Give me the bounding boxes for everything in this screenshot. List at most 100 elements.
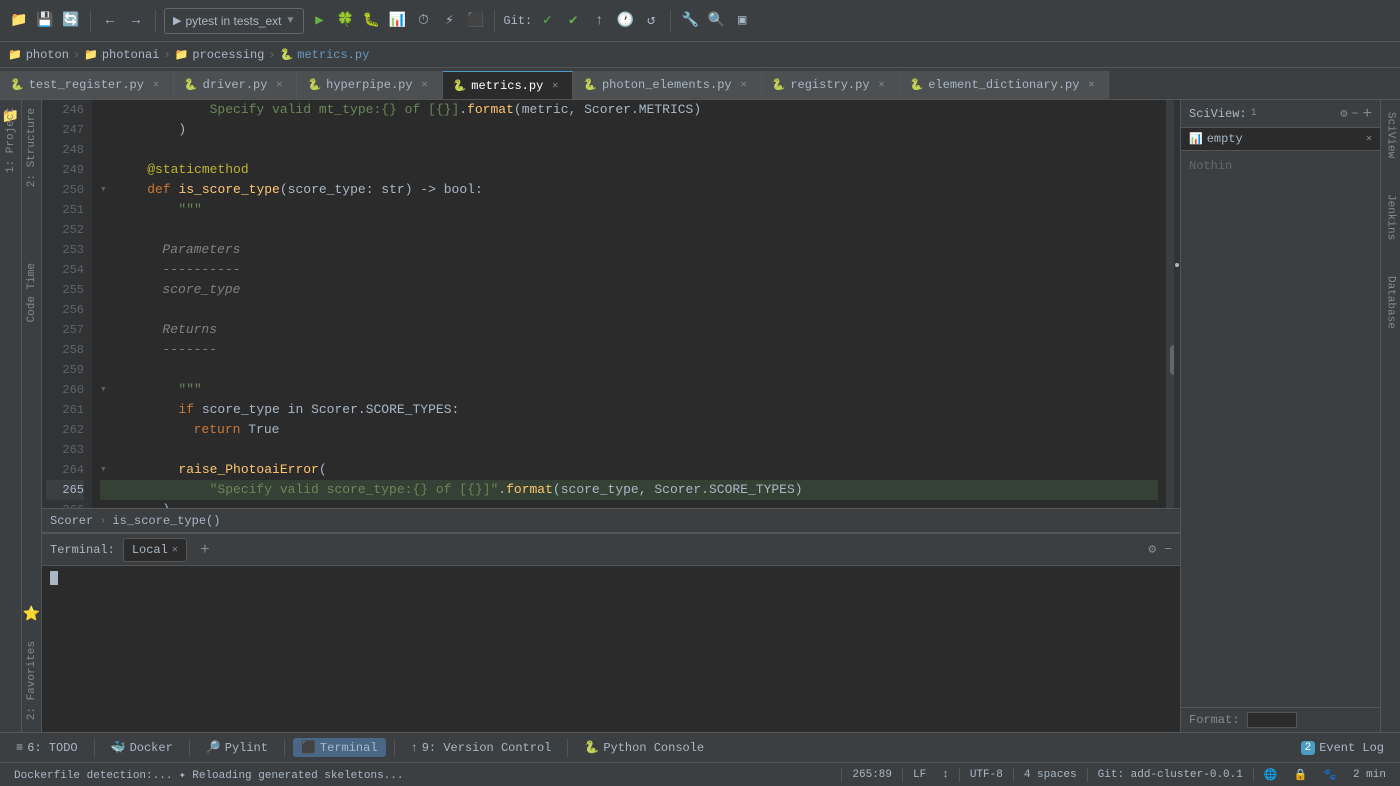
- breadcrumb-root[interactable]: 📁 photon: [8, 48, 69, 62]
- status-lock[interactable]: 🔒: [1288, 768, 1314, 782]
- tab-close-3[interactable]: ✕: [548, 79, 562, 93]
- refresh-icon[interactable]: 🔄: [60, 10, 82, 32]
- status-position[interactable]: 265:89: [846, 769, 898, 781]
- jenkins-sidebar-label[interactable]: Jenkins: [1383, 186, 1399, 248]
- run-icon[interactable]: ▶: [308, 10, 330, 32]
- terminal-icon[interactable]: ▣: [731, 10, 753, 32]
- left-structure-label[interactable]: 2: Structure: [24, 100, 40, 195]
- pylint-button[interactable]: 🔎 Pylint: [198, 738, 276, 757]
- scrollbar[interactable]: [1166, 100, 1180, 508]
- sciview-minimize-icon[interactable]: −: [1351, 107, 1358, 121]
- line-numbers: 246 247 248 249 250 251 252 253 254 255 …: [42, 100, 92, 508]
- empty-tab[interactable]: 📊 empty ✕: [1181, 128, 1380, 151]
- run-all-icon[interactable]: ⚡: [438, 10, 460, 32]
- version-control-button[interactable]: ↑ 9: Version Control: [403, 739, 560, 757]
- tab-close-2[interactable]: ✕: [418, 78, 432, 92]
- sciview-settings-icon[interactable]: ⚙: [1340, 106, 1347, 121]
- tab-label-2: hyperpipe.py: [326, 78, 412, 92]
- run-coverage-icon[interactable]: 🍀: [334, 10, 356, 32]
- status-git[interactable]: Git: add-cluster-0.0.1: [1092, 769, 1249, 781]
- git-history-icon[interactable]: 🕐: [614, 10, 636, 32]
- status-globe[interactable]: 🌐: [1258, 768, 1284, 782]
- tab-registry[interactable]: 🐍 registry.py ✕: [762, 71, 900, 99]
- event-log-num: 2: [1301, 741, 1316, 755]
- open-icon[interactable]: 📁: [8, 10, 30, 32]
- sep2: ›: [163, 48, 170, 62]
- forward-icon[interactable]: →: [125, 10, 147, 32]
- tab-element-dict[interactable]: 🐍 element_dictionary.py ✕: [900, 71, 1110, 99]
- python-console-button[interactable]: 🐍 Python Console: [576, 738, 712, 757]
- sciview-sidebar-label[interactable]: SciView: [1383, 104, 1399, 166]
- breadcrumb-processing[interactable]: 📁 processing: [175, 48, 265, 62]
- docker-button[interactable]: 🐳 Docker: [103, 738, 181, 757]
- tab-test-register[interactable]: 🐍 test_register.py ✕: [0, 71, 174, 99]
- back-icon[interactable]: ←: [99, 10, 121, 32]
- favorites-icon[interactable]: ⭐: [22, 605, 42, 625]
- terminal-settings-icon[interactable]: ⚙: [1148, 542, 1156, 557]
- tab-driver[interactable]: 🐍 driver.py ✕: [174, 71, 298, 99]
- line-257: 257: [46, 320, 84, 340]
- breadcrumb-method: is_score_type(): [112, 514, 220, 528]
- debug-icon[interactable]: 🐛: [360, 10, 382, 32]
- format-input[interactable]: [1247, 712, 1297, 728]
- tab-icon-3: 🐍: [453, 79, 467, 93]
- git-revert-icon[interactable]: ↺: [640, 10, 662, 32]
- status-sep6: [1253, 768, 1254, 782]
- structure-icon[interactable]: 1: Project: [1, 130, 21, 150]
- terminal-tab-close[interactable]: ✕: [172, 544, 178, 556]
- event-log-button[interactable]: 2 Event Log: [1293, 739, 1392, 757]
- tab-hyperpipe[interactable]: 🐍 hyperpipe.py ✕: [297, 71, 442, 99]
- line-252: 252: [46, 220, 84, 240]
- status-indent[interactable]: 4 spaces: [1018, 769, 1083, 781]
- code-line-257: Returns: [100, 320, 1158, 340]
- breadcrumb-file[interactable]: 🐍 metrics.py: [280, 48, 370, 62]
- tab-close-0[interactable]: ✕: [149, 78, 163, 92]
- tab-close-1[interactable]: ✕: [272, 78, 286, 92]
- settings-icon[interactable]: 🔧: [679, 10, 701, 32]
- sciview-title: SciView:: [1189, 107, 1247, 121]
- breadcrumb-photonai[interactable]: 📁 photonai: [84, 48, 159, 62]
- code-line-262: return True: [100, 420, 1158, 440]
- database-sidebar-label[interactable]: Database: [1383, 268, 1399, 337]
- terminal-area: Terminal: Local ✕ + ⚙ −: [42, 532, 1180, 732]
- tab-close-6[interactable]: ✕: [1084, 78, 1098, 92]
- docker-label: Docker: [130, 741, 173, 755]
- tab-close-5[interactable]: ✕: [875, 78, 889, 92]
- terminal-bt-label: Terminal: [320, 741, 378, 755]
- save-icon[interactable]: 💾: [34, 10, 56, 32]
- status-charset[interactable]: UTF-8: [964, 769, 1009, 781]
- status-encoding[interactable]: LF: [907, 769, 932, 781]
- tab-close-4[interactable]: ✕: [737, 78, 751, 92]
- terminal-minimize-icon[interactable]: −: [1164, 542, 1172, 557]
- status-sep3: [959, 768, 960, 782]
- terminal-header: Terminal: Local ✕ + ⚙ −: [42, 534, 1180, 566]
- line-265: 265: [46, 480, 84, 500]
- pytest-button[interactable]: ▶ pytest in tests_ext ▼: [164, 8, 304, 34]
- bt-sep4: [394, 739, 395, 757]
- sciview-add-button[interactable]: +: [1363, 105, 1372, 123]
- stop-icon[interactable]: ⬛: [464, 10, 486, 32]
- terminal-content[interactable]: [42, 566, 1180, 732]
- tab-label-6: element_dictionary.py: [928, 78, 1079, 92]
- todo-button[interactable]: ≡ 6: TODO: [8, 739, 86, 757]
- empty-tab-close[interactable]: ✕: [1366, 133, 1372, 145]
- left-codetime-label[interactable]: Code Time: [24, 255, 40, 330]
- terminal-add-button[interactable]: +: [195, 540, 215, 560]
- tab-metrics[interactable]: 🐍 metrics.py ✕: [443, 71, 574, 99]
- left-favorites-label[interactable]: 2: Favorites: [24, 633, 40, 728]
- code-editor[interactable]: Specify valid mt_type:{} of [{}].format(…: [92, 100, 1166, 508]
- status-paw[interactable]: 🐾: [1317, 768, 1343, 782]
- tab-photon-elements[interactable]: 🐍 photon_elements.py ✕: [573, 71, 761, 99]
- status-sep1: [841, 768, 842, 782]
- coverage-icon[interactable]: 📊: [386, 10, 408, 32]
- search-icon[interactable]: 🔍: [705, 10, 727, 32]
- git-push-icon[interactable]: ↑: [588, 10, 610, 32]
- terminal-local-tab[interactable]: Local ✕: [123, 538, 187, 562]
- git-check-icon[interactable]: ✓: [536, 10, 558, 32]
- format-label: Format:: [1181, 707, 1380, 732]
- git-tick-icon[interactable]: ✔: [562, 10, 584, 32]
- profile-icon[interactable]: ⏱: [412, 10, 434, 32]
- terminal-button[interactable]: ⬛ Terminal: [293, 738, 386, 757]
- breadcrumb-arrow: ›: [99, 514, 106, 528]
- terminal-tab-label: Local: [132, 543, 168, 557]
